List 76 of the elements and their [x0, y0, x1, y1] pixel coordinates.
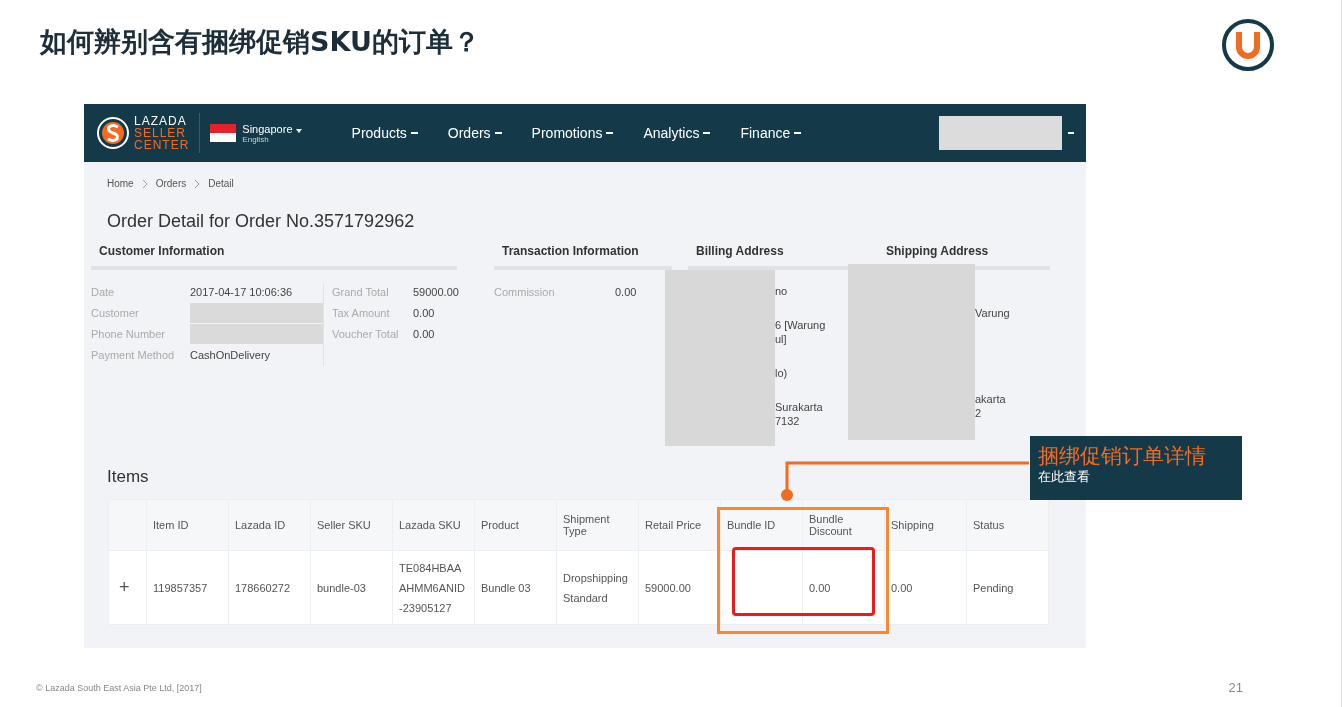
- logo-icon: [96, 116, 130, 150]
- address-text: no: [775, 284, 789, 298]
- section-heading: Items: [107, 467, 149, 487]
- field-label: Date: [91, 285, 116, 298]
- logo-text: CENTER: [134, 139, 190, 151]
- table-cell: 178660272: [228, 550, 311, 625]
- copyright-text: © Lazada South East Asia Pte Ltd, [2017]: [36, 682, 202, 693]
- table-cell: 59000.00: [638, 550, 721, 625]
- address-text: 7132: [775, 414, 801, 428]
- address-text: 2: [975, 406, 983, 420]
- caret-icon: [494, 131, 502, 135]
- nav-menu-item[interactable]: Finance: [740, 125, 802, 141]
- column-header: Seller SKU: [310, 499, 393, 551]
- table-cell: 0.00: [802, 550, 885, 625]
- section-heading: Transaction Information: [494, 244, 672, 270]
- field-value: 0.00: [413, 306, 435, 319]
- breadcrumb-link[interactable]: Orders: [155, 178, 187, 189]
- address-text: Surakarta: [775, 400, 824, 414]
- flag-icon: [210, 124, 237, 142]
- field-label: Grand Total: [332, 285, 390, 298]
- language-label: English: [242, 134, 269, 144]
- column-header: Retail Price: [638, 499, 721, 551]
- table-cell: 0.00: [884, 550, 967, 625]
- field-label: Customer: [91, 306, 140, 319]
- field-value: 2017-04-17 10:06:36: [190, 285, 293, 298]
- page-heading: Order Detail for Order No.3571792962: [106, 210, 416, 232]
- page-number: 21: [1228, 680, 1243, 695]
- column-header: Lazada ID: [228, 499, 311, 551]
- table-cell: bundle-03: [310, 550, 393, 625]
- table-cell: TE084HBAA AHMM6ANID -23905127: [392, 550, 475, 625]
- breadcrumb-link[interactable]: Home: [107, 178, 134, 189]
- table-cell: Dropshipping Standard: [556, 550, 639, 625]
- nav-menu-item[interactable]: Products: [351, 125, 418, 141]
- caret-icon: [410, 131, 418, 135]
- slide-title: 如何辨别含有捆绑促销SKU的订单？: [40, 25, 480, 59]
- column-header: Status: [966, 499, 1049, 551]
- chevron-icon: [141, 178, 148, 189]
- expand-button[interactable]: +: [115, 576, 134, 598]
- chevron-icon: [194, 178, 201, 189]
- table-cell: 119857357: [146, 550, 229, 625]
- column-header: Product: [474, 499, 557, 551]
- callout-subtitle: 在此查看: [1038, 468, 1091, 486]
- address-text: ul]: [775, 332, 788, 346]
- caret-icon: [794, 131, 802, 135]
- field-label: Phone Number: [91, 327, 166, 340]
- address-text: 6 [Warung: [775, 318, 826, 332]
- field-value: 59000.00: [413, 285, 459, 298]
- table-cell: Bundle 03: [474, 550, 557, 625]
- callout-title: 捆绑促销订单详情: [1038, 444, 1207, 468]
- field-label: Voucher Total: [332, 327, 400, 340]
- field-value: CashOnDelivery: [190, 348, 271, 361]
- field-value: 0.00: [413, 327, 435, 340]
- caret-icon: [606, 131, 614, 135]
- column-header: Shipment Type: [556, 499, 639, 551]
- nav-menu-item[interactable]: Promotions: [531, 125, 614, 141]
- caret-icon: [295, 128, 302, 133]
- address-text: akarta: [975, 392, 1007, 406]
- table-cell: Pending: [966, 550, 1049, 625]
- column-header: Lazada SKU: [392, 499, 475, 551]
- caret-icon: [703, 131, 711, 135]
- nav-menu-item[interactable]: Orders: [447, 125, 502, 141]
- nav-menu-item[interactable]: Analytics: [643, 125, 711, 141]
- country-selector[interactable]: Singapore: [242, 122, 302, 135]
- logo-text: LAZADA: [134, 115, 188, 127]
- breadcrumb-link[interactable]: Detail: [208, 178, 234, 189]
- field-label: Commission: [494, 285, 556, 298]
- address-text: lo): [775, 366, 789, 380]
- field-label: Tax Amount: [332, 306, 391, 319]
- column-header: Shipping: [884, 499, 967, 551]
- column-header: Item ID: [146, 499, 229, 551]
- section-heading: Customer Information: [91, 244, 457, 270]
- field-label: Payment Method: [91, 348, 176, 361]
- field-value: 0.00: [615, 285, 637, 298]
- logo-text: SELLER: [134, 127, 188, 139]
- caret-icon[interactable]: [1068, 131, 1074, 135]
- address-text: Varung: [975, 306, 1010, 320]
